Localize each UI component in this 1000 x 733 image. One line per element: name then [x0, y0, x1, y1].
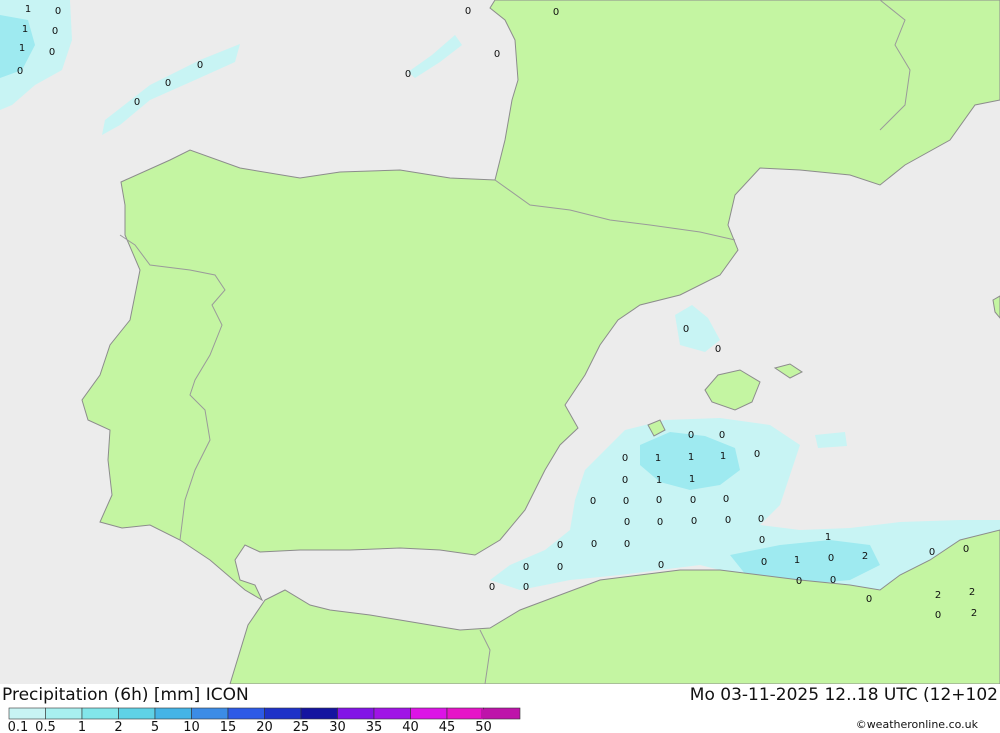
precip-value-label: 0 — [691, 516, 697, 527]
precip-value-label: 1 — [688, 452, 694, 463]
scale-label: 10 — [183, 720, 200, 733]
precip-value-label: 0 — [557, 562, 563, 573]
credit: ©weatheronline.co.uk — [856, 718, 979, 731]
precip-value-label: 1 — [19, 43, 25, 54]
precip-value-label: 1 — [689, 474, 695, 485]
precip-value-label: 0 — [725, 515, 731, 526]
color-scale: 0.1 0.5 1 2 5 10 15 20 25 30 35 40 45 50 — [8, 707, 521, 733]
scale-swatch — [264, 707, 302, 720]
precip-value-label: 0 — [715, 344, 721, 355]
precip-value-label: 0 — [929, 547, 935, 558]
precip-value-label: 0 — [55, 6, 61, 17]
precip-value-label: 0 — [690, 495, 696, 506]
legend-bar: Precipitation (6h) [mm] ICON Mo 03-11-20… — [0, 684, 1000, 733]
precip-value-label: 0 — [657, 517, 663, 528]
precip-value-label: 0 — [49, 47, 55, 58]
scale-swatch — [410, 707, 448, 720]
precip-value-label: 0 — [656, 495, 662, 506]
precip-value-label: 0 — [165, 78, 171, 89]
scale-swatch — [446, 707, 484, 720]
precip-value-label: 0 — [828, 553, 834, 564]
scale-label: 15 — [220, 720, 237, 733]
precip-value-label: 0 — [405, 69, 411, 80]
precip-value-label: 0 — [624, 539, 630, 550]
precip-value-label: 0 — [754, 449, 760, 460]
precip-value-label: 0 — [197, 60, 203, 71]
scale-swatch — [373, 707, 411, 720]
precip-value-label: 1 — [825, 532, 831, 543]
precip-value-label: 0 — [17, 66, 23, 77]
scale-label: 50 — [475, 720, 492, 733]
precip-value-label: 1 — [794, 555, 800, 566]
precip-value-label: 1 — [720, 451, 726, 462]
precip-value-label: 0 — [866, 594, 872, 605]
scale-label: 5 — [151, 720, 159, 733]
precip-value-label: 2 — [862, 551, 868, 562]
precip-value-label: 2 — [935, 590, 941, 601]
precip-value-label: 1 — [25, 4, 31, 15]
precip-value-label: 0 — [523, 582, 529, 593]
scale-label: 35 — [366, 720, 383, 733]
scale-swatch — [337, 707, 375, 720]
precip-value-label: 0 — [622, 453, 628, 464]
precip-value-label: 1 — [655, 453, 661, 464]
map-title: Precipitation (6h) [mm] ICON — [2, 685, 249, 705]
precip-value-label: 0 — [52, 26, 58, 37]
precip-value-label: 2 — [971, 608, 977, 619]
precip-value-label: 0 — [719, 430, 725, 441]
precip-value-label: 0 — [688, 430, 694, 441]
precip-value-label: 0 — [963, 544, 969, 555]
precip-value-label: 0 — [796, 576, 802, 587]
precip-value-label: 2 — [969, 587, 975, 598]
precip-value-label: 0 — [830, 575, 836, 586]
precip-value-label: 0 — [723, 494, 729, 505]
scale-label: 1 — [78, 720, 86, 733]
scale-label: 45 — [439, 720, 456, 733]
precip-value-label: 0 — [553, 7, 559, 18]
precip-value-label: 0 — [622, 475, 628, 486]
precip-value-label: 1 — [22, 24, 28, 35]
scale-label: 0.5 — [35, 720, 56, 733]
precipitation-map: 1 0 1 0 1 0 0 0 0 0 0 0 0 0 0 0 0 0 0 1 1 1 0 0 1 1 0 0 0 0 0 0 0 0 0 0 0 0 0 0… — [0, 0, 1000, 684]
precip-value-label: 0 — [624, 517, 630, 528]
scale-label: 20 — [256, 720, 273, 733]
precip-value-label: 1 — [656, 475, 662, 486]
precip-value-label: 0 — [134, 97, 140, 108]
scale-swatch — [154, 707, 192, 720]
precip-value-label: 0 — [683, 324, 689, 335]
scale-label: 2 — [114, 720, 122, 733]
scale-swatch — [45, 707, 83, 720]
precip-value-label: 0 — [591, 539, 597, 550]
precip-value-label: 0 — [523, 562, 529, 573]
precip-value-label: 0 — [465, 6, 471, 17]
scale-label: 25 — [293, 720, 310, 733]
precip-value-label: 0 — [758, 514, 764, 525]
map-datetime: Mo 03-11-2025 12..18 UTC (12+102 — [690, 685, 998, 705]
precip-value-label: 0 — [761, 557, 767, 568]
scale-swatch — [118, 707, 156, 720]
precip-value-label: 0 — [623, 496, 629, 507]
scale-swatch — [300, 707, 338, 720]
scale-swatch — [227, 707, 265, 720]
scale-swatch — [8, 707, 46, 720]
scale-swatch — [191, 707, 229, 720]
precip-value-label: 0 — [557, 540, 563, 551]
precip-value-label: 0 — [935, 610, 941, 621]
scale-label: 30 — [329, 720, 346, 733]
precip-value-label: 0 — [590, 496, 596, 507]
scale-label: 40 — [402, 720, 419, 733]
scale-swatch — [81, 707, 119, 720]
precip-value-label: 0 — [494, 49, 500, 60]
precip-value-label: 0 — [489, 582, 495, 593]
precip-value-label: 0 — [759, 535, 765, 546]
precip-value-label: 0 — [658, 560, 664, 571]
scale-label: 0.1 — [8, 720, 29, 733]
